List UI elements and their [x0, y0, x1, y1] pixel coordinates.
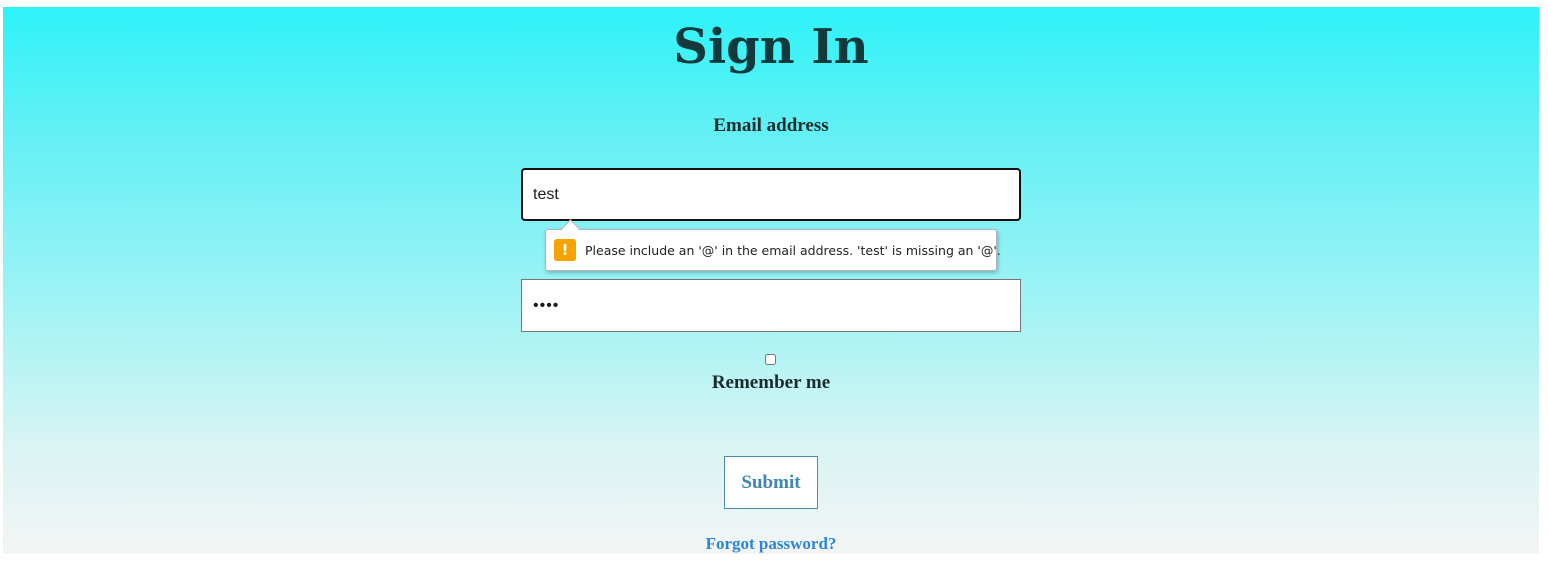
submit-button[interactable]: Submit	[724, 456, 818, 509]
remember-me-label: Remember me	[711, 372, 831, 393]
email-label: Email address	[713, 115, 829, 136]
email-field[interactable]	[521, 168, 1021, 221]
password-field[interactable]	[521, 279, 1021, 332]
tooltip-arrow	[561, 219, 580, 238]
warning-icon: !	[554, 239, 576, 261]
remember-me-checkbox[interactable]	[765, 354, 776, 365]
validation-tooltip: ! Please include an '@' in the email add…	[545, 219, 1001, 271]
forgot-password-link[interactable]: Forgot password?	[3, 534, 1539, 554]
sign-in-page: Sign In Email address ! Please include a…	[3, 7, 1539, 554]
validation-message: Please include an '@' in the email addre…	[585, 242, 1001, 258]
page-title: Sign In	[673, 19, 869, 75]
